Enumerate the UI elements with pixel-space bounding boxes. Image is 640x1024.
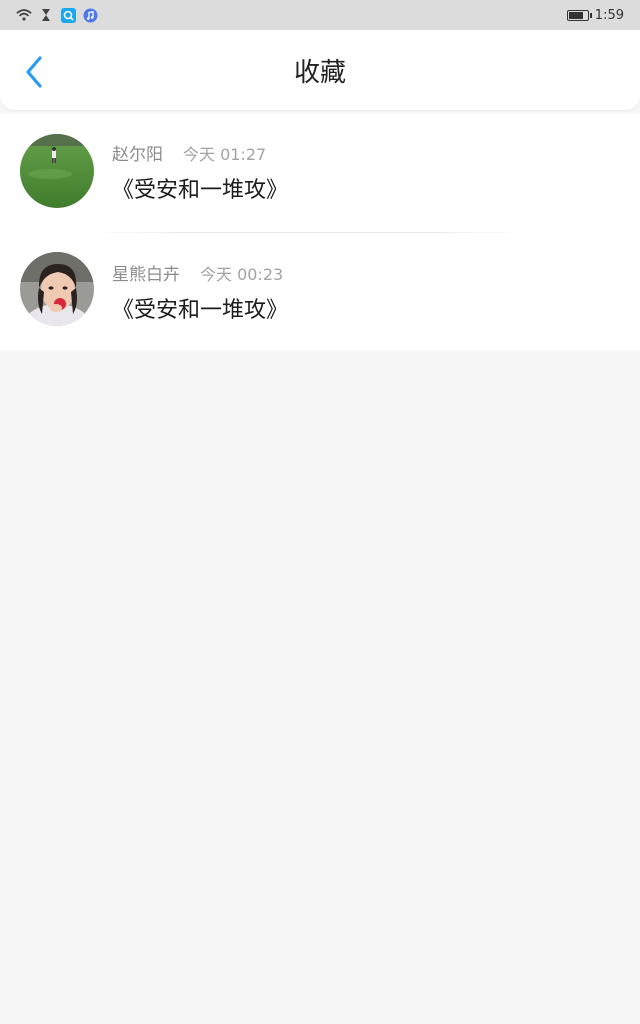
author-name[interactable]: 赵尔阳: [112, 140, 163, 165]
avatar[interactable]: [20, 252, 94, 326]
list-item[interactable]: 赵尔阳 今天 01:27 《受安和一堆攻》: [0, 114, 640, 232]
item-meta: 赵尔阳 今天 01:27: [112, 140, 266, 165]
author-name[interactable]: 星熊白卉: [112, 260, 180, 285]
avatar[interactable]: [20, 134, 94, 208]
music-app-icon: [82, 7, 98, 23]
wifi-icon: [16, 7, 32, 23]
item-meta: 星熊白卉 今天 00:23: [112, 260, 283, 285]
hourglass-icon: [38, 7, 54, 23]
status-icons: [16, 6, 98, 24]
clock: 1:59: [594, 7, 624, 23]
favorite-title[interactable]: 《受安和一堆攻》: [112, 292, 288, 324]
search-app-icon: [60, 7, 76, 23]
status-bar: 1:59: [0, 0, 640, 30]
app-header: 收藏: [0, 30, 640, 110]
status-right: 1:59: [566, 6, 624, 24]
timestamp: 今天 00:23: [200, 265, 284, 284]
battery-icon: [566, 9, 592, 21]
chevron-left-icon: [26, 56, 42, 88]
back-button[interactable]: [14, 52, 54, 92]
page-title: 收藏: [293, 57, 346, 88]
timestamp: 今天 01:27: [183, 145, 267, 164]
favorites-list: 赵尔阳 今天 01:27 《受安和一堆攻》 星熊白卉 今天 00:23 《受安和…: [0, 114, 640, 350]
favorite-title[interactable]: 《受安和一堆攻》: [112, 172, 288, 204]
list-item[interactable]: 星熊白卉 今天 00:23 《受安和一堆攻》: [0, 232, 640, 350]
